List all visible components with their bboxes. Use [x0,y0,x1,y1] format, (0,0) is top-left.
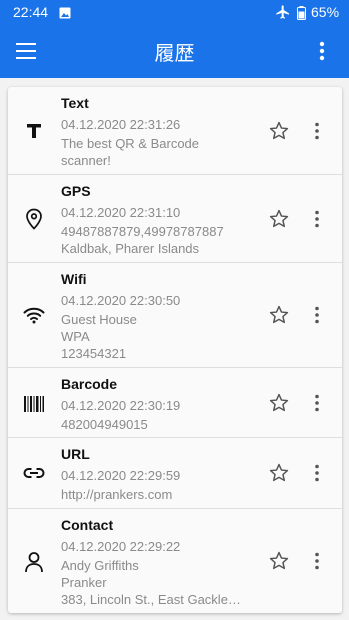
item-content-line: 383, Lincoln St., East Gackle… [61,592,241,607]
item-type-label: Contact [61,517,114,533]
favorite-star-icon[interactable] [268,392,290,414]
item-type-label: Text [61,95,89,111]
item-content-line: http://prankers.com [61,487,173,502]
history-item-wifi[interactable]: Wifi 04.12.2020 22:30:50 Guest House WPA… [8,263,342,368]
item-date: 04.12.2020 22:29:59 [61,468,181,483]
battery-percent: 65% [311,4,340,20]
item-type-label: Barcode [61,376,118,392]
item-more-icon[interactable] [307,463,327,483]
item-type-label: GPS [61,183,91,199]
barcode-icon [22,392,46,416]
item-content-line: WPA [61,329,90,344]
item-content-line: scanner! [61,153,111,168]
airplane-mode-icon [275,4,291,23]
item-date: 04.12.2020 22:31:26 [61,117,181,132]
item-more-icon[interactable] [307,209,327,229]
text-type-icon [22,119,46,143]
history-item-contact[interactable]: Contact 04.12.2020 22:29:22 Andy Griffit… [8,509,342,613]
history-item-text[interactable]: Text 04.12.2020 22:31:26 The best QR & B… [8,87,342,175]
favorite-star-icon[interactable] [268,120,290,142]
item-content-line: 482004949015 [61,417,148,432]
item-date: 04.12.2020 22:30:19 [61,398,181,413]
item-more-icon[interactable] [307,121,327,141]
favorite-star-icon[interactable] [268,462,290,484]
item-type-label: URL [61,446,90,462]
status-time: 22:44 [13,4,49,20]
favorite-star-icon[interactable] [268,304,290,326]
item-content-line: 49487887879,49978787887 [61,224,224,239]
page-title: 履歴 [154,41,195,65]
history-item-url[interactable]: URL 04.12.2020 22:29:59 http://prankers.… [8,438,342,509]
item-content-line: Pranker [61,575,107,590]
person-icon [22,550,46,574]
item-content-line: Kaldbak, Pharer Islands [61,241,200,256]
history-item-gps[interactable]: GPS 04.12.2020 22:31:10 49487887879,4997… [8,175,342,263]
battery-icon [297,6,306,23]
image-icon [59,6,71,22]
item-date: 04.12.2020 22:31:10 [61,205,181,220]
item-more-icon[interactable] [307,551,327,571]
item-content-line: Guest House [61,312,137,327]
item-date: 04.12.2020 22:29:22 [61,539,181,554]
app-bar: 履歴 [0,24,349,78]
item-content-line: 123454321 [61,346,127,361]
item-date: 04.12.2020 22:30:50 [61,293,181,308]
history-list: Text 04.12.2020 22:31:26 The best QR & B… [8,87,342,613]
history-item-barcode[interactable]: Barcode 04.12.2020 22:30:19 482004949015 [8,368,342,438]
item-content-line: The best QR & Barcode [61,136,200,151]
more-options-icon[interactable] [310,39,334,63]
item-type-label: Wifi [61,271,87,287]
link-icon [22,461,46,485]
item-content-line: Andy Griffiths [61,558,139,573]
location-pin-icon [22,207,46,231]
favorite-star-icon[interactable] [268,550,290,572]
item-more-icon[interactable] [307,393,327,413]
wifi-icon [22,303,46,327]
favorite-star-icon[interactable] [268,208,290,230]
status-bar: 22:44 65% [0,0,349,24]
item-more-icon[interactable] [307,305,327,325]
